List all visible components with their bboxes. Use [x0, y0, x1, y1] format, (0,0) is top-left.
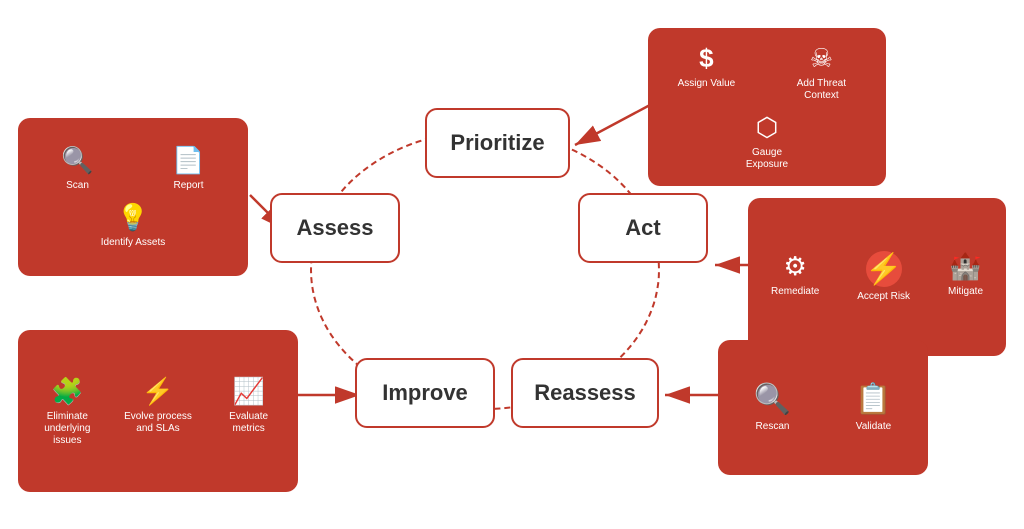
evaluate-label: Evaluate metrics [214, 411, 284, 435]
evaluate-icon: 📈 [232, 376, 264, 407]
eliminate-icon-item: 🧩 Eliminate underlying issues [32, 376, 102, 447]
improve-label: Improve [382, 380, 468, 406]
validate-icon-item: 📋 Validate [855, 382, 892, 433]
remediate-icon: ⚙ [783, 251, 806, 282]
assign-value-label: Assign Value [678, 78, 736, 90]
gauge-exposure-icon: ⬡ [756, 112, 779, 143]
gauge-exposure-label: Gauge Exposure [732, 147, 802, 171]
add-threat-label: Add Threat Context [786, 78, 856, 102]
eliminate-icon: 🧩 [51, 376, 83, 407]
assign-value-icon-item: $ Assign Value [678, 43, 736, 90]
act-label: Act [625, 215, 660, 241]
report-icon-item: 📄 Report [172, 145, 204, 192]
reassess-detail-box: 🔍 Rescan 📋 Validate [718, 340, 928, 475]
rescan-icon: 🔍 [754, 382, 791, 417]
act-detail-box: ⚙ Remediate ⚡ Accept Risk 🏰 Mitigate [748, 198, 1006, 356]
improve-detail-box: 🧩 Eliminate underlying issues ⚡ Evolve p… [18, 330, 298, 492]
evolve-label: Evolve process and SLAs [123, 411, 193, 435]
assess-icons-bottom: 💡 Identify Assets [26, 202, 240, 249]
scan-icon-item: 🔍 Scan [61, 145, 93, 192]
rescan-icon-item: 🔍 Rescan [754, 382, 791, 433]
identify-assets-icon-item: 💡 Identify Assets [101, 202, 165, 249]
reassess-label: Reassess [534, 380, 636, 406]
report-label: Report [173, 180, 203, 192]
assess-icons-top: 🔍 Scan 📄 Report [26, 145, 240, 192]
report-icon: 📄 [172, 145, 204, 176]
identify-assets-icon: 💡 [117, 202, 149, 233]
act-icons: ⚙ Remediate ⚡ Accept Risk 🏰 Mitigate [756, 251, 998, 303]
reassess-icons: 🔍 Rescan 📋 Validate [726, 382, 920, 433]
improve-icons: 🧩 Eliminate underlying issues ⚡ Evolve p… [26, 376, 290, 447]
assess-node: Assess [270, 193, 400, 263]
mitigate-icon: 🏰 [949, 251, 981, 282]
gauge-exposure-icon-item: ⬡ Gauge Exposure [732, 112, 802, 171]
evolve-icon-item: ⚡ Evolve process and SLAs [123, 376, 193, 435]
evaluate-icon-item: 📈 Evaluate metrics [214, 376, 284, 435]
act-node: Act [578, 193, 708, 263]
mitigate-icon-item: 🏰 Mitigate [948, 251, 983, 298]
scan-label: Scan [66, 180, 89, 192]
eliminate-label: Eliminate underlying issues [32, 411, 102, 447]
accept-risk-label: Accept Risk [857, 291, 910, 303]
mitigate-label: Mitigate [948, 286, 983, 298]
validate-icon: 📋 [855, 382, 892, 417]
prioritize-node: Prioritize [425, 108, 570, 178]
identify-assets-label: Identify Assets [101, 237, 165, 249]
diagram: Assess Prioritize Act Reassess Improve 🔍… [0, 0, 1024, 529]
add-threat-icon: ☠ [810, 43, 833, 74]
remediate-icon-item: ⚙ Remediate [771, 251, 819, 298]
remediate-label: Remediate [771, 286, 819, 298]
reassess-node: Reassess [511, 358, 659, 428]
validate-label: Validate [856, 421, 891, 433]
prioritize-icons-bottom: ⬡ Gauge Exposure [656, 112, 878, 171]
prioritize-icons-top: $ Assign Value ☠ Add Threat Context [656, 43, 878, 102]
accept-risk-icon: ⚡ [866, 251, 902, 287]
prioritize-detail-box: $ Assign Value ☠ Add Threat Context ⬡ Ga… [648, 28, 886, 186]
assess-label: Assess [296, 215, 373, 241]
assign-value-icon: $ [699, 43, 713, 74]
scan-icon: 🔍 [61, 145, 93, 176]
improve-node: Improve [355, 358, 495, 428]
evolve-icon: ⚡ [142, 376, 174, 407]
rescan-label: Rescan [756, 421, 790, 433]
prioritize-label: Prioritize [450, 130, 544, 156]
accept-risk-icon-item: ⚡ Accept Risk [857, 251, 910, 303]
assess-detail-box: 🔍 Scan 📄 Report 💡 Identify Assets [18, 118, 248, 276]
add-threat-icon-item: ☠ Add Threat Context [786, 43, 856, 102]
